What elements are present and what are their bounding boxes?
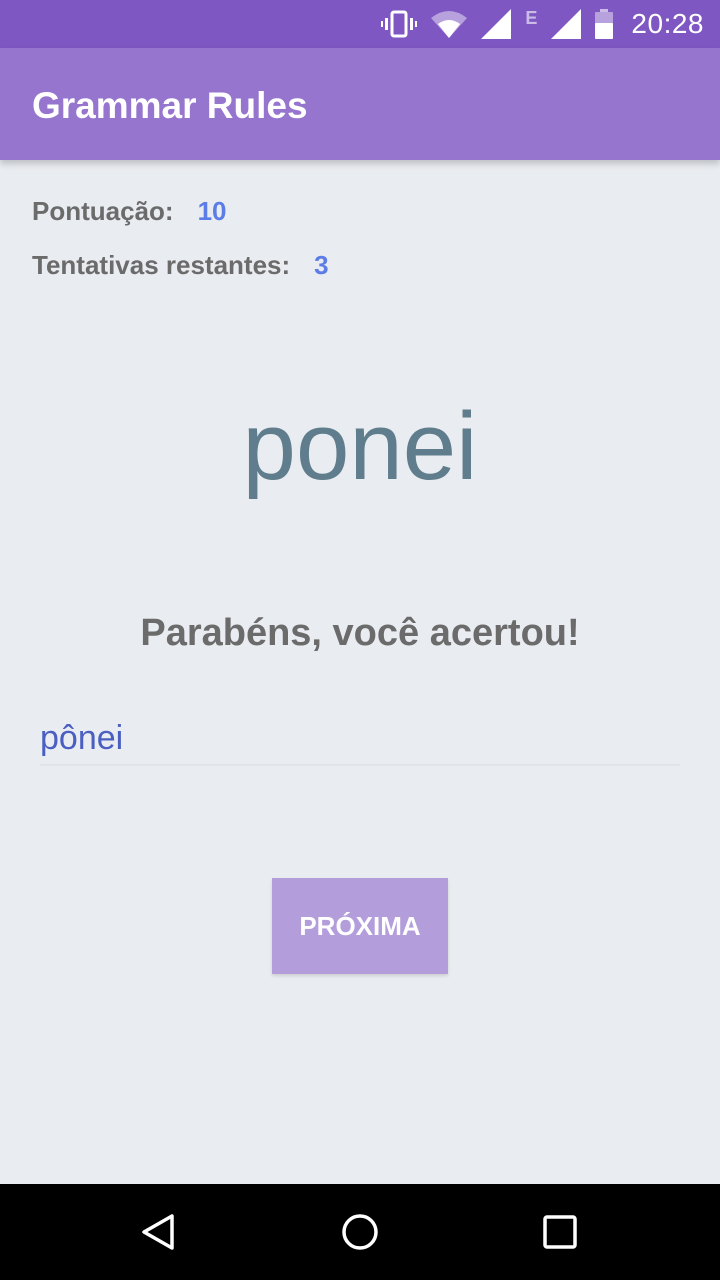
battery-icon: [595, 9, 614, 39]
signal-icon: [481, 9, 512, 39]
status-clock: 20:28: [631, 8, 704, 39]
attempts-value: 3: [314, 250, 329, 280]
recent-apps-icon[interactable]: [540, 1212, 580, 1252]
feedback-message: Parabéns, você acertou!: [140, 612, 580, 654]
answer-input[interactable]: [40, 712, 680, 766]
score-row: Pontuação: 10: [32, 196, 227, 227]
home-icon[interactable]: [340, 1212, 380, 1252]
challenge-word: ponei: [242, 393, 478, 500]
score-label: Pontuação:: [32, 196, 174, 226]
network-type-label: E: [525, 7, 538, 28]
nav-bar: [0, 1184, 720, 1280]
wifi-icon: [431, 11, 468, 38]
next-button[interactable]: PRÓXIMA: [272, 878, 448, 974]
app-bar: Grammar Rules: [0, 48, 720, 160]
signal-icon: [551, 9, 582, 39]
status-icons: E 20:28: [381, 0, 704, 48]
back-icon[interactable]: [140, 1212, 180, 1252]
app-title: Grammar Rules: [32, 85, 308, 126]
attempts-label: Tentativas restantes:: [32, 250, 291, 280]
vibrate-icon: [381, 10, 418, 38]
score-value: 10: [197, 196, 227, 226]
status-bar: E 20:28: [0, 0, 720, 48]
attempts-row: Tentativas restantes: 3: [32, 250, 329, 281]
